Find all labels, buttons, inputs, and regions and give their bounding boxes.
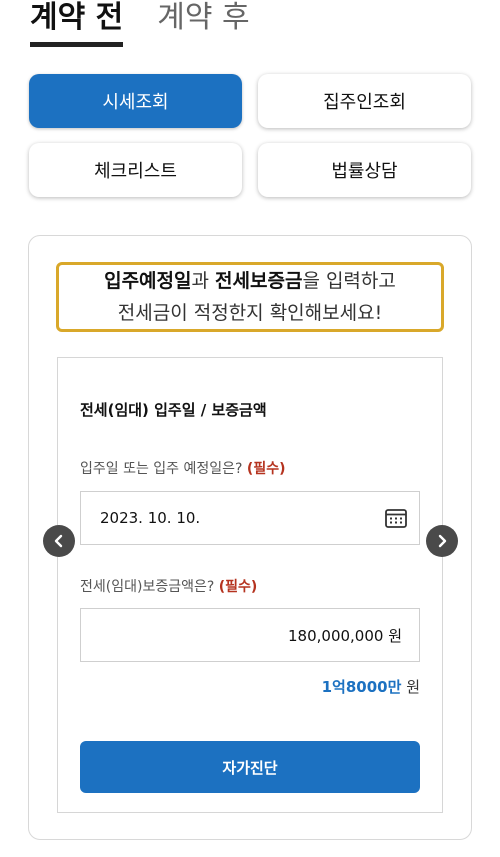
prev-arrow-button[interactable]	[43, 525, 75, 557]
calendar-icon[interactable]	[385, 508, 407, 528]
self-diagnosis-button[interactable]: 자가진단	[80, 741, 420, 793]
form-section-title: 전세(임대) 입주일 / 보증금액	[80, 401, 267, 419]
chevron-right-icon	[438, 534, 447, 548]
notice-line-1: 입주예정일과 전세보증금을 입력하고	[104, 265, 396, 297]
landlord-lookup-button[interactable]: 집주인조회	[258, 74, 471, 128]
notice-text: 과	[191, 270, 216, 292]
contract-tabs: 계약 전 계약 후	[30, 0, 284, 48]
date-label-text: 입주일 또는 입주 예정일은?	[80, 461, 243, 477]
date-value: 2023. 10. 10.	[100, 509, 201, 527]
move-in-date-input[interactable]: 2023. 10. 10.	[80, 491, 420, 545]
notice-line-2: 전세금이 적정한지 확인해보세요!	[117, 302, 383, 324]
checklist-button[interactable]: 체크리스트	[29, 143, 242, 197]
tab-before-contract[interactable]: 계약 전	[30, 0, 124, 48]
amount-korean-number: 1억8000만	[321, 678, 402, 696]
amount-field-label: 전세(임대)보증금액은? (필수)	[80, 576, 257, 596]
next-arrow-button[interactable]	[426, 525, 458, 557]
notice-text: 을 입력하고	[302, 270, 396, 292]
notice-box: 입주예정일과 전세보증금을 입력하고 전세금이 적정한지 확인해보세요!	[56, 262, 444, 332]
legal-consult-button[interactable]: 법률상담	[258, 143, 471, 197]
required-badge: (필수)	[218, 579, 258, 595]
date-field-label: 입주일 또는 입주 예정일은? (필수)	[80, 458, 285, 478]
amount-label-text: 전세(임대)보증금액은?	[80, 579, 215, 595]
required-badge: (필수)	[246, 461, 286, 477]
tab-after-contract[interactable]: 계약 후	[157, 0, 249, 48]
chevron-left-icon	[54, 534, 63, 548]
amount-korean-unit: 원	[406, 678, 420, 696]
amount-in-korean: 1억8000만 원	[322, 676, 420, 697]
notice-keyword-move-in-date: 입주예정일	[104, 270, 192, 292]
amount-value: 180,000,000 원	[288, 626, 402, 645]
deposit-amount-input[interactable]: 180,000,000 원	[80, 608, 420, 662]
price-lookup-button[interactable]: 시세조회	[29, 74, 242, 128]
notice-keyword-deposit: 전세보증금	[215, 270, 303, 292]
